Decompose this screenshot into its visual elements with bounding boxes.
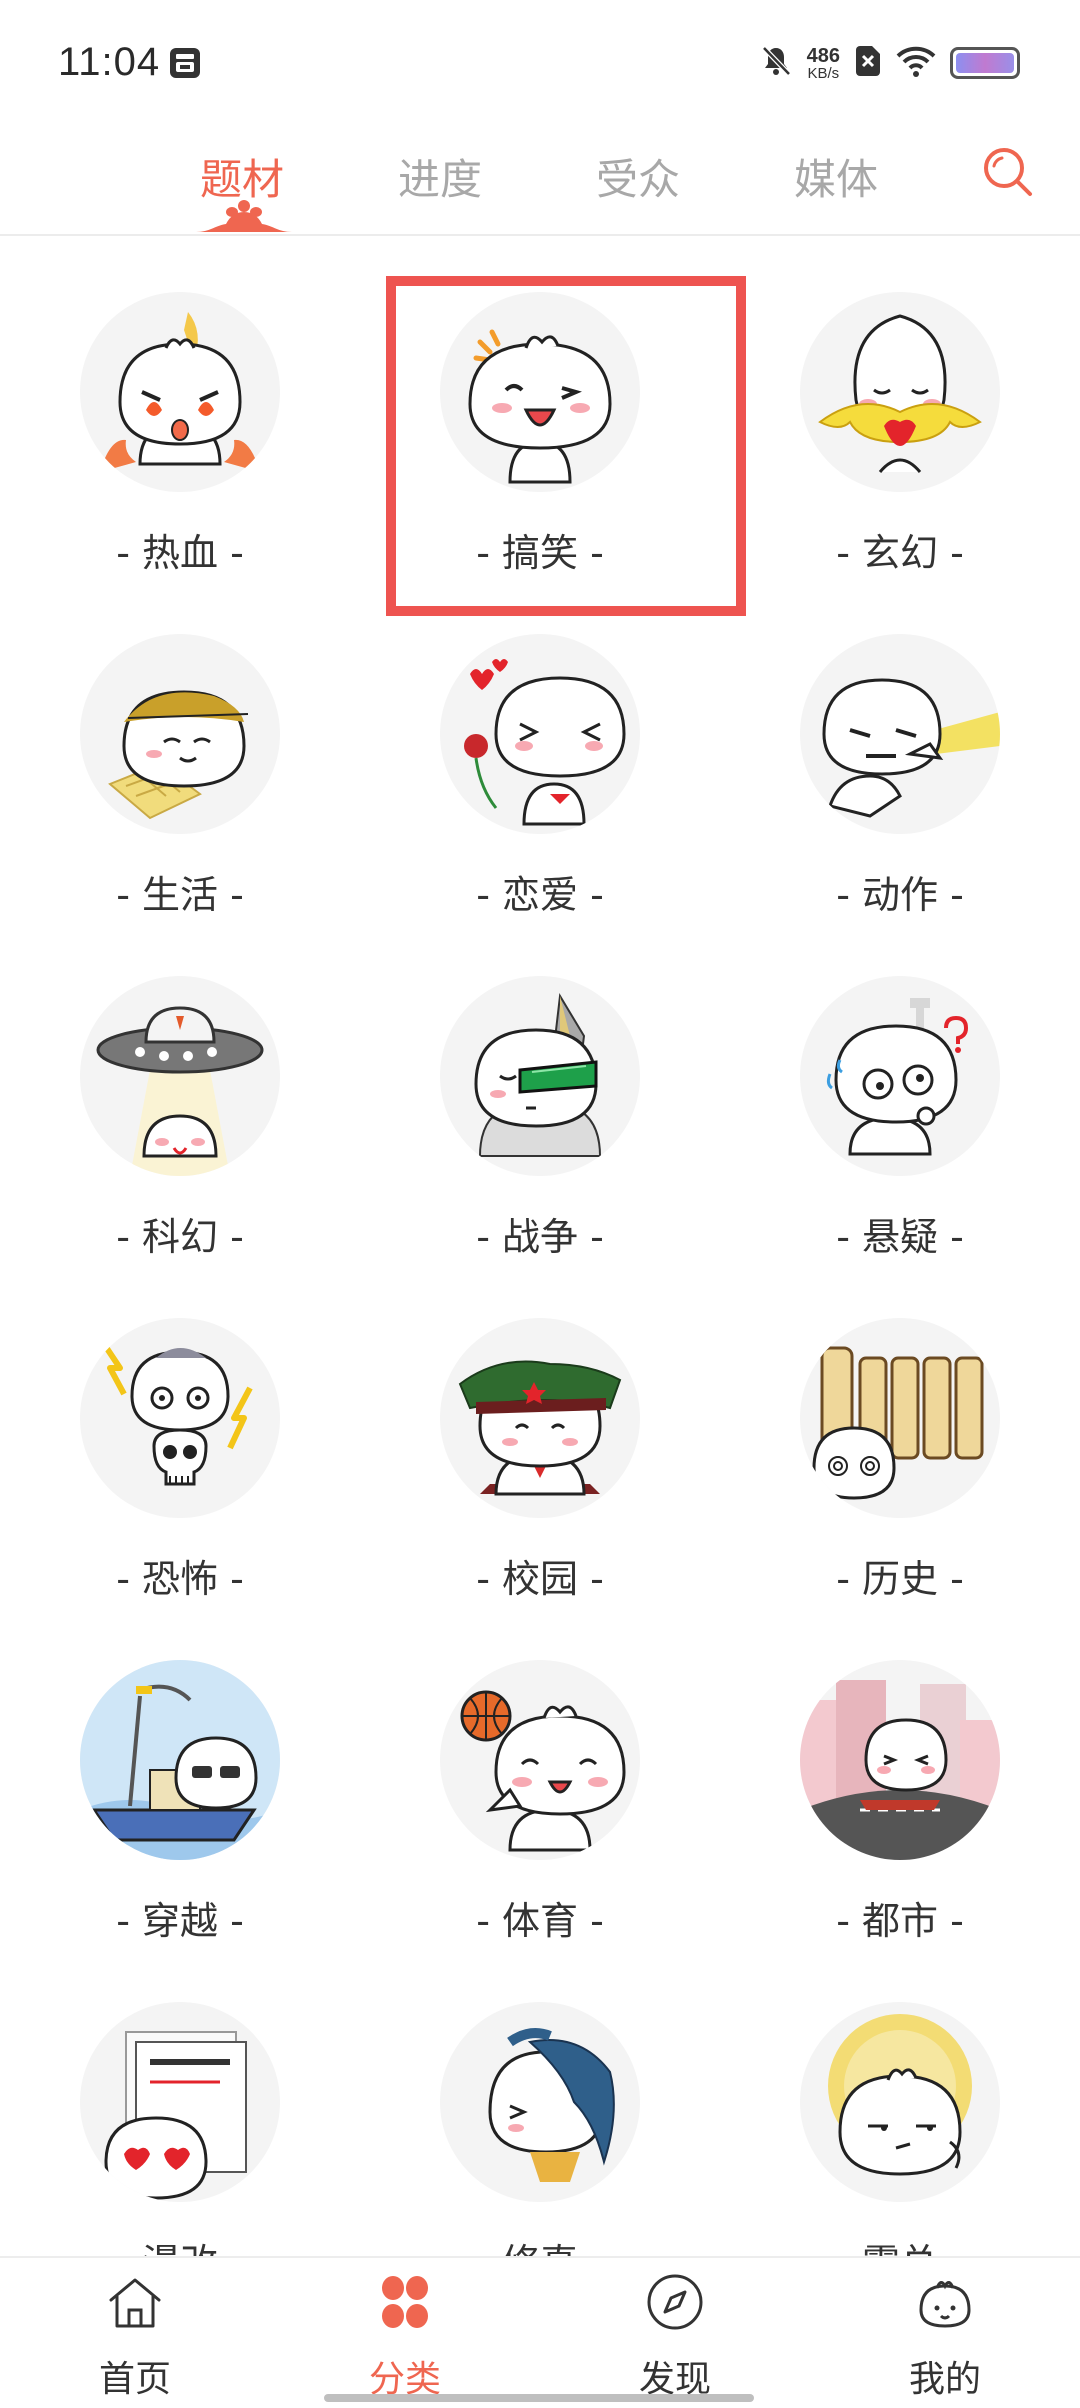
- nav-label: 首页: [98, 2359, 171, 2400]
- category-horror[interactable]: - 恐怖 -: [0, 1266, 360, 1608]
- category-icon: [375, 2272, 435, 2332]
- life-bun-icon: [80, 634, 280, 834]
- category-urban[interactable]: - 都市 -: [720, 1608, 1080, 1950]
- category-label: - 体育 -: [476, 1899, 604, 1943]
- home-gesture-bar[interactable]: [324, 2394, 754, 2402]
- network-speed: 486 KB/s: [806, 44, 840, 82]
- category-label: - 玄幻 -: [836, 531, 964, 575]
- category-label: - 霸总 -: [720, 2232, 1080, 2256]
- wifi-icon: [896, 44, 936, 82]
- romance-bun-icon: [440, 634, 640, 834]
- category-label: - 恐怖 -: [116, 1557, 244, 1601]
- category-scifi[interactable]: - 科幻 -: [0, 924, 360, 1266]
- category-label: - 恋爱 -: [476, 873, 604, 917]
- category-label: - 历史 -: [836, 1557, 964, 1601]
- mystery-bun-icon: [800, 976, 1000, 1176]
- home-icon: [105, 2272, 165, 2332]
- action-bun-icon: [800, 634, 1000, 834]
- scifi-bun-icon: [80, 976, 280, 1176]
- category-label: - 生活 -: [116, 873, 244, 917]
- category-label: - 悬疑 -: [836, 1215, 964, 1259]
- category-label: - 修真 -: [360, 2232, 720, 2256]
- nav-profile[interactable]: 我的: [810, 2258, 1080, 2408]
- urban-bun-icon: [800, 1660, 1000, 1860]
- category-war[interactable]: - 战争 -: [360, 924, 720, 1266]
- category-fantasy[interactable]: - 玄幻 -: [720, 240, 1080, 582]
- funny-bun-icon: [440, 292, 640, 492]
- category-label: - 科幻 -: [116, 1215, 244, 1259]
- profile-bun-icon: [915, 2272, 975, 2332]
- sports-bun-icon: [440, 1660, 640, 1860]
- category-label: - 热血 -: [116, 531, 244, 575]
- category-label: - 动作 -: [836, 873, 964, 917]
- category-adaptation[interactable]: - 漫改 -: [0, 1950, 360, 2256]
- category-label: - 搞笑 -: [476, 531, 604, 575]
- category-history[interactable]: - 历史 -: [720, 1266, 1080, 1608]
- sim-off-icon: [854, 44, 882, 82]
- nav-home[interactable]: 首页: [0, 2258, 270, 2408]
- active-tab-indicator: [196, 198, 292, 234]
- ceo-bun-icon: [800, 2002, 1000, 2202]
- compass-icon: [645, 2272, 705, 2332]
- mute-icon: [759, 44, 793, 82]
- category-grid: - 热血 - - 搞笑 - - 玄幻 - - 生活 - - 恋爱 - - 动作 …: [0, 240, 1080, 2256]
- category-campus[interactable]: - 校园 -: [360, 1266, 720, 1608]
- nav-discover[interactable]: 发现: [540, 2258, 810, 2408]
- adaptation-bun-icon: [80, 2002, 280, 2202]
- app-notification-icon: [168, 46, 202, 80]
- horror-bun-icon: [80, 1318, 280, 1518]
- category-hot-blooded[interactable]: - 热血 -: [0, 240, 360, 582]
- nav-label: 我的: [908, 2359, 981, 2400]
- category-life[interactable]: - 生活 -: [0, 582, 360, 924]
- bottom-navigation: 首页 分类 发现 我的: [0, 2256, 1080, 2408]
- tab-media[interactable]: 媒体: [794, 146, 878, 207]
- history-bun-icon: [800, 1318, 1000, 1518]
- cultivation-bun-icon: [440, 2002, 640, 2202]
- category-time-travel[interactable]: - 穿越 -: [0, 1608, 360, 1950]
- category-label: - 战争 -: [476, 1215, 604, 1259]
- hot-blooded-bun-icon: [80, 292, 280, 492]
- battery-icon: [950, 47, 1020, 79]
- category-label: - 校园 -: [476, 1557, 604, 1601]
- category-cultivation[interactable]: - 修真 -: [360, 1950, 720, 2256]
- status-time: 11:04: [58, 40, 161, 84]
- category-page: 11:04 486 KB/s 题材 进度 受众 媒体 - 热血 - - 搞笑 -…: [0, 0, 1080, 2408]
- category-label: - 穿越 -: [116, 1899, 244, 1943]
- category-label: - 漫改 -: [0, 2232, 360, 2256]
- category-funny[interactable]: - 搞笑 -: [360, 240, 720, 582]
- war-bun-icon: [440, 976, 640, 1176]
- campus-bun-icon: [440, 1318, 640, 1518]
- search-icon[interactable]: [980, 144, 1036, 200]
- tab-audience[interactable]: 受众: [596, 146, 680, 207]
- time-travel-bun-icon: [80, 1660, 280, 1860]
- category-tab-bar: 题材 进度 受众 媒体: [0, 120, 1080, 236]
- nav-category[interactable]: 分类: [270, 2258, 540, 2408]
- category-label: - 都市 -: [836, 1899, 964, 1943]
- category-romance[interactable]: - 恋爱 -: [360, 582, 720, 924]
- category-ceo[interactable]: - 霸总 -: [720, 1950, 1080, 2256]
- tab-progress[interactable]: 进度: [398, 146, 482, 207]
- category-mystery[interactable]: - 悬疑 -: [720, 924, 1080, 1266]
- fantasy-bun-icon: [800, 292, 1000, 492]
- category-action[interactable]: - 动作 -: [720, 582, 1080, 924]
- category-sports[interactable]: - 体育 -: [360, 1608, 720, 1950]
- status-bar: 11:04 486 KB/s: [0, 0, 1080, 120]
